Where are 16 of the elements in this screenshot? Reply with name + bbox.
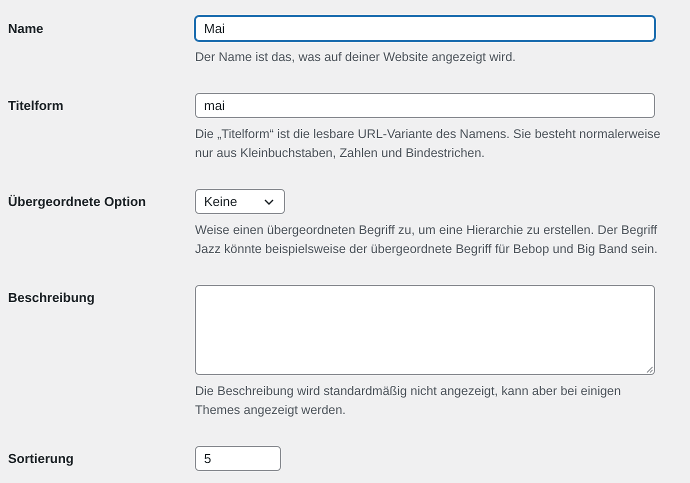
textarea-field[interactable] bbox=[195, 285, 655, 375]
field-label: Beschreibung bbox=[7, 289, 96, 306]
resize-handle-icon[interactable] bbox=[646, 366, 653, 373]
help-text: Der Name ist das, was auf deiner Website angezeigt wird. bbox=[195, 49, 517, 66]
chevron-down-icon bbox=[264, 198, 274, 204]
field-label: Titelform bbox=[7, 97, 64, 114]
text-field[interactable]: mai bbox=[195, 93, 655, 118]
field-label: Name bbox=[7, 20, 44, 37]
text-field[interactable]: Mai bbox=[195, 16, 655, 41]
field-label: Übergeordnete Option bbox=[7, 193, 147, 210]
help-text: Die Beschreibung wird standardmäßig nicht angezeigt, kann aber bei einigen Themes angezeigt werden. bbox=[195, 383, 622, 419]
field-label: Sortierung bbox=[7, 450, 75, 467]
help-text: Weise einen übergeordneten Begriff zu, um eine Hierarchie zu erstellen. Der Begriff Jazz könnte beispielsweise der übergeordnete Begriff für Bebop und Big Band sein. bbox=[195, 222, 659, 258]
number-field[interactable]: 5 bbox=[195, 446, 281, 471]
help-text: Die „Titelform“ ist die lesbare URL-Variante des Namens. Sie besteht normalerweise nur aus Kleinbuchstaben, Zahlen und Bindestrichen. bbox=[195, 126, 662, 162]
dropdown[interactable]: Keine bbox=[195, 189, 285, 214]
